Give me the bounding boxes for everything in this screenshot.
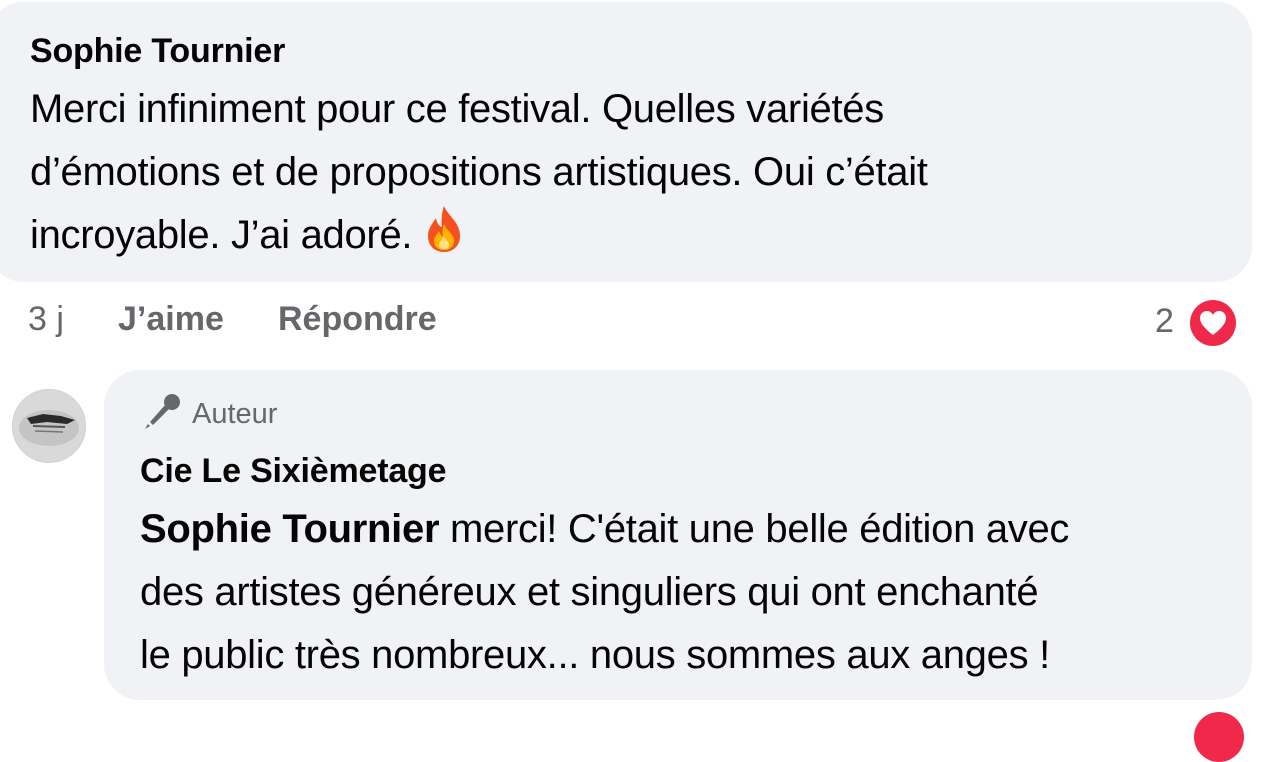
reply-text: Sophie Tournier merci! C'était une belle… <box>140 498 1240 687</box>
mention-link[interactable]: Sophie Tournier <box>140 507 440 551</box>
reply-text-segment: merci! C'était une belle édition avec <box>439 507 1070 551</box>
comment-text-line: d’émotions et de propositions artistique… <box>30 150 928 194</box>
comment-text-segment: incroyable. J’ai adoré. <box>30 213 413 257</box>
like-button[interactable]: J’aime <box>118 300 224 339</box>
reply-bubble: Auteur Cie Le Sixièmetage Sophie Tournie… <box>104 370 1252 700</box>
comment-bubble: Sophie Tournier Merci infiniment pour ce… <box>0 2 1252 282</box>
comment-text-line: Merci infiniment pour ce festival. Quell… <box>30 87 884 131</box>
comment-author[interactable]: Sophie Tournier <box>30 32 285 71</box>
reply-text-line: Sophie Tournier merci! C'était une belle… <box>140 498 1240 561</box>
author-badge: Auteur <box>142 392 277 437</box>
author-badge-label: Auteur <box>192 398 278 430</box>
comment-text-line: incroyable. J’ai adoré. <box>30 204 1230 273</box>
heart-icon[interactable] <box>1194 712 1244 762</box>
avatar[interactable] <box>12 389 86 463</box>
comment-text: Merci infiniment pour ce festival. Quell… <box>30 78 1230 273</box>
reaction-count[interactable]: 2 <box>1155 302 1174 341</box>
heart-icon[interactable] <box>1186 296 1240 350</box>
reply-author[interactable]: Cie Le Sixièmetage <box>140 452 447 491</box>
reply-text-line: le public très nombreux... nous sommes a… <box>140 633 1050 677</box>
reply-button[interactable]: Répondre <box>278 300 437 339</box>
fire-emoji-icon <box>422 204 466 273</box>
reply-text-line: des artistes généreux et singuliers qui … <box>140 570 1039 614</box>
comment-timestamp[interactable]: 3 j <box>28 300 64 339</box>
microphone-icon <box>142 392 182 437</box>
